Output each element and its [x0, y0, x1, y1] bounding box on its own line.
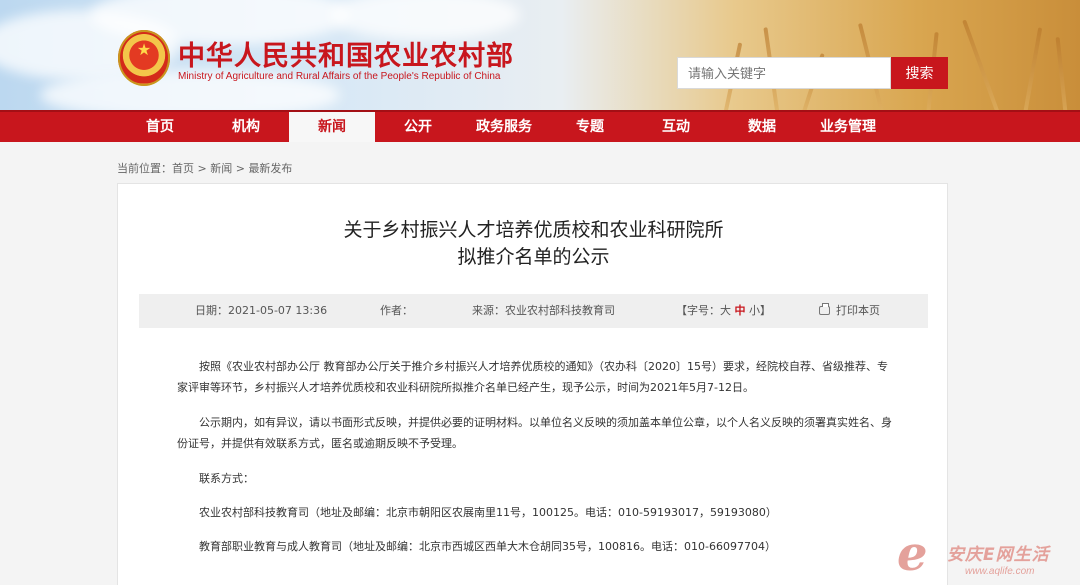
nav-item-interaction[interactable]: 互动 [633, 112, 719, 142]
nav-item-organization[interactable]: 机构 [203, 112, 289, 142]
watermark-logo: e 安庆E网生活 www.aqlife.com [893, 526, 1080, 585]
nav-item-news[interactable]: 新闻 [289, 112, 375, 142]
watermark-e-icon: e [897, 526, 928, 582]
font-size-label: 【字号： [676, 304, 720, 317]
article-source: 来源：农业农村部科技教育司 [472, 304, 615, 317]
national-emblem-icon[interactable]: ★ [118, 30, 170, 86]
search-button[interactable]: 搜索 [891, 57, 948, 89]
breadcrumb: 当前位置：首页 > 新闻 > 最新发布 [117, 160, 292, 176]
breadcrumb-news[interactable]: 新闻 [210, 162, 232, 175]
search-input[interactable] [677, 57, 891, 89]
article-title-line1: 关于乡村振兴人才培养优质校和农业科研院所 [343, 219, 724, 241]
nav-item-data[interactable]: 数据 [719, 112, 805, 142]
font-size-large[interactable]: 大 [720, 304, 731, 317]
site-title[interactable]: 中华人民共和国农业农村部 [178, 34, 514, 73]
contact-label: 联系方式： [199, 472, 254, 485]
nav-item-public[interactable]: 公开 [375, 112, 461, 142]
print-label: 打印本页 [836, 304, 880, 317]
contact-office-1: 农业农村部科技教育司（地址及邮编：北京市朝阳区农展南里11号，100125。电话… [199, 506, 777, 519]
watermark-url: www.aqlife.com [965, 566, 1035, 577]
font-size-medium[interactable]: 中 [735, 304, 746, 317]
nav-item-business[interactable]: 业务管理 [805, 112, 891, 142]
nav-item-home[interactable]: 首页 [117, 112, 203, 142]
article-meta-bar: 日期：2021-05-07 13:36 作者： 来源：农业农村部科技教育司 【字… [139, 294, 928, 328]
font-size-end: 】 [760, 304, 771, 317]
main-nav: 首页 机构 新闻 公开 政务服务 专题 互动 数据 业务管理 [0, 110, 1080, 142]
article-title-line2: 拟推介名单的公示 [457, 246, 610, 268]
breadcrumb-label: 当前位置： [117, 162, 172, 175]
nav-item-services[interactable]: 政务服务 [461, 112, 547, 142]
article-paragraph-2: 公示期内，如有异议，请以书面形式反映，并提供必要的证明材料。以单位名义反映的须加… [177, 416, 892, 450]
font-size-control: 【字号：大 中 小】 [676, 294, 771, 328]
star-icon: ★ [136, 40, 152, 59]
article-author: 作者： [380, 304, 413, 317]
font-size-small[interactable]: 小 [749, 304, 760, 317]
article-panel: 关于乡村振兴人才培养优质校和农业科研院所 拟推介名单的公示 日期：2021-05… [117, 183, 948, 585]
printer-icon [819, 303, 830, 315]
breadcrumb-separator: > [197, 162, 207, 175]
watermark-name: 安庆E网生活 [947, 545, 1050, 565]
nav-item-topics[interactable]: 专题 [547, 112, 633, 142]
article-date: 日期：2021-05-07 13:36 [195, 304, 328, 317]
breadcrumb-home[interactable]: 首页 [172, 162, 194, 175]
breadcrumb-latest[interactable]: 最新发布 [248, 162, 292, 175]
article-paragraph-1: 按照《农业农村部办公厅 教育部办公厅关于推介乡村振兴人才培养优质校的通知》（农办… [177, 360, 888, 394]
print-button[interactable]: 打印本页 [819, 294, 880, 328]
site-header: ★ 中华人民共和国农业农村部 Ministry of Agriculture a… [0, 0, 1080, 112]
search-bar: 搜索 [677, 57, 948, 89]
breadcrumb-separator: > [235, 162, 245, 175]
site-subtitle: Ministry of Agriculture and Rural Affair… [178, 71, 501, 82]
contact-office-2: 教育部职业教育与成人教育司（地址及邮编：北京市西城区西单大木仓胡同35号，100… [199, 540, 776, 553]
